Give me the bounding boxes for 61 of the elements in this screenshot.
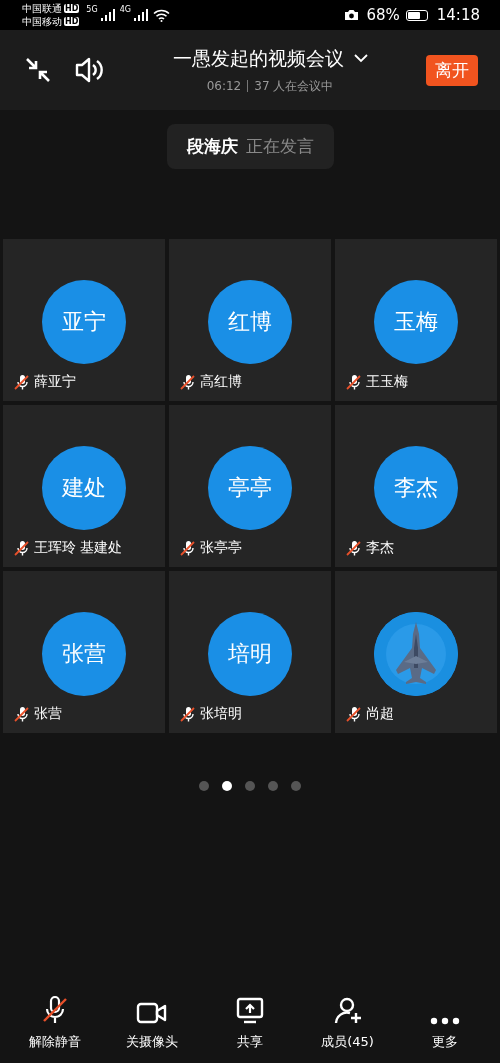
- hd-badge: HD: [64, 17, 80, 26]
- participant-tile[interactable]: 尚超: [335, 571, 497, 733]
- participant-name: 王珲玲 基建处: [34, 539, 123, 557]
- avatar: 亚宁: [42, 280, 126, 364]
- participant-name: 李杰: [366, 539, 394, 557]
- add-person-icon: [332, 997, 363, 1025]
- screen-share-icon: [236, 997, 264, 1025]
- carrier-name: 中国联通: [22, 2, 62, 15]
- members-button[interactable]: 成员(45): [302, 989, 393, 1051]
- participant-name: 张亭亭: [200, 539, 242, 557]
- meeting-title[interactable]: 一愚发起的视频会议: [172, 45, 344, 72]
- share-button[interactable]: 共享: [205, 989, 295, 1051]
- avatar: 建处: [42, 446, 126, 530]
- participant-tile[interactable]: 建处 王珲玲 基建处: [3, 405, 165, 567]
- hd-badge: HD: [64, 4, 80, 13]
- more-icon: [430, 1017, 461, 1025]
- participant-name: 王玉梅: [366, 373, 408, 391]
- participant-tile[interactable]: 亚宁 薛亚宁: [3, 239, 165, 401]
- participant-name: 薛亚宁: [34, 373, 76, 391]
- participant-tile[interactable]: 红博 高红博: [169, 239, 331, 401]
- page-dot[interactable]: [222, 781, 232, 791]
- avatar: 红博: [208, 280, 292, 364]
- participant-tile[interactable]: 亭亭 张亭亭: [169, 405, 331, 567]
- participant-name: 高红博: [200, 373, 242, 391]
- speaker-icon[interactable]: [74, 56, 104, 84]
- participant-name: 尚超: [366, 705, 394, 723]
- participant-tile[interactable]: 李杰 李杰: [335, 405, 497, 567]
- speaker-name: 段海庆: [186, 135, 238, 158]
- participant-tile[interactable]: 张营 张营: [3, 571, 165, 733]
- avatar: 培明: [208, 612, 292, 696]
- camera-icon: [136, 1001, 169, 1025]
- collapse-icon[interactable]: [24, 56, 52, 84]
- meeting-duration: 06:12: [206, 79, 242, 93]
- avatar: 亭亭: [208, 446, 292, 530]
- speaking-status: 正在发言: [245, 135, 314, 158]
- avatar: 玉梅: [374, 280, 458, 364]
- more-button[interactable]: 更多: [400, 989, 491, 1051]
- battery-icon: [405, 9, 428, 21]
- camera-icon: [344, 9, 360, 21]
- signal-icon: [133, 9, 150, 21]
- page-dot[interactable]: [199, 781, 209, 791]
- wifi-icon: [152, 8, 170, 22]
- participant-count: 37 人在会议中: [254, 77, 334, 95]
- carrier-name: 中国移动: [22, 15, 62, 28]
- avatar: 张营: [42, 612, 126, 696]
- chevron-down-icon[interactable]: [353, 54, 368, 63]
- mic-button[interactable]: 解除静音: [9, 989, 100, 1051]
- participant-name: 张营: [34, 705, 62, 723]
- page-dot[interactable]: [245, 781, 255, 791]
- clock: 14:18: [436, 6, 480, 24]
- battery-percent: 68%: [366, 6, 400, 24]
- participant-name: 张培明: [200, 705, 242, 723]
- participant-tile[interactable]: 培明 张培明: [169, 571, 331, 733]
- page-dot[interactable]: [268, 781, 278, 791]
- avatar: 李杰: [374, 446, 458, 530]
- signal-icon: [100, 9, 117, 21]
- network-type: 4G: [119, 5, 131, 14]
- network-type: 5G: [86, 5, 98, 14]
- camera-button[interactable]: 关摄像头: [107, 989, 198, 1051]
- page-dot[interactable]: [291, 781, 301, 791]
- participant-tile[interactable]: 玉梅 王玉梅: [335, 239, 497, 401]
